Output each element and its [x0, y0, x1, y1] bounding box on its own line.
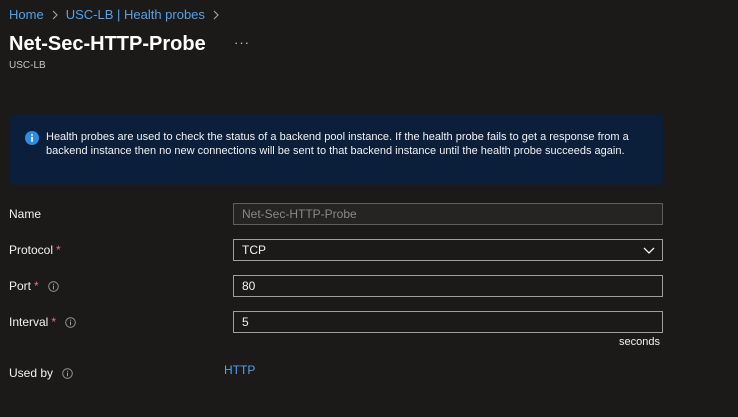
used-by-label: Used by	[9, 366, 73, 380]
info-banner-text: Health probes are used to check the stat…	[46, 131, 629, 157]
used-by-http-link[interactable]: HTTP	[224, 363, 255, 377]
protocol-label: Protocol *	[9, 243, 61, 257]
chevron-down-icon	[643, 247, 655, 254]
name-field: Net-Sec-HTTP-Probe	[233, 203, 663, 225]
info-circle-icon[interactable]	[47, 280, 59, 292]
breadcrumb-home-link[interactable]: Home	[9, 7, 44, 22]
info-icon	[25, 131, 39, 145]
protocol-dropdown[interactable]: TCP	[233, 239, 663, 261]
page-subtitle: USC-LB	[9, 60, 46, 71]
protocol-dropdown-value: TCP	[242, 243, 266, 257]
interval-input[interactable]: 5	[233, 311, 663, 333]
info-circle-icon[interactable]	[62, 367, 73, 379]
more-options-button[interactable]: ···	[234, 35, 250, 50]
interval-unit-label: seconds	[619, 336, 660, 348]
required-indicator: *	[56, 243, 61, 257]
required-indicator: *	[51, 315, 57, 329]
name-label-text: Name	[9, 207, 42, 221]
breadcrumb: Home USC-LB | Health probes	[9, 7, 227, 22]
name-label: Name	[9, 207, 41, 221]
protocol-label-text: Protocol	[9, 243, 54, 257]
name-field-value: Net-Sec-HTTP-Probe	[242, 207, 357, 221]
interval-label-text: Interval	[9, 315, 49, 329]
port-input-value: 80	[242, 279, 256, 293]
interval-input-value: 5	[242, 315, 249, 329]
port-input[interactable]: 80	[233, 275, 663, 297]
required-indicator: *	[34, 279, 39, 293]
port-label: Port *	[9, 279, 59, 293]
used-by-label-text: Used by	[9, 366, 54, 380]
info-circle-icon[interactable]	[65, 316, 76, 328]
chevron-right-icon	[212, 10, 220, 20]
info-banner: Health probes are used to check the stat…	[9, 115, 663, 185]
chevron-right-icon	[51, 10, 59, 20]
breadcrumb-health-probes-link[interactable]: USC-LB | Health probes	[66, 7, 205, 22]
page-title: Net-Sec-HTTP-Probe	[9, 33, 206, 55]
port-label-text: Port	[9, 279, 32, 293]
interval-label: Interval *	[9, 315, 76, 329]
